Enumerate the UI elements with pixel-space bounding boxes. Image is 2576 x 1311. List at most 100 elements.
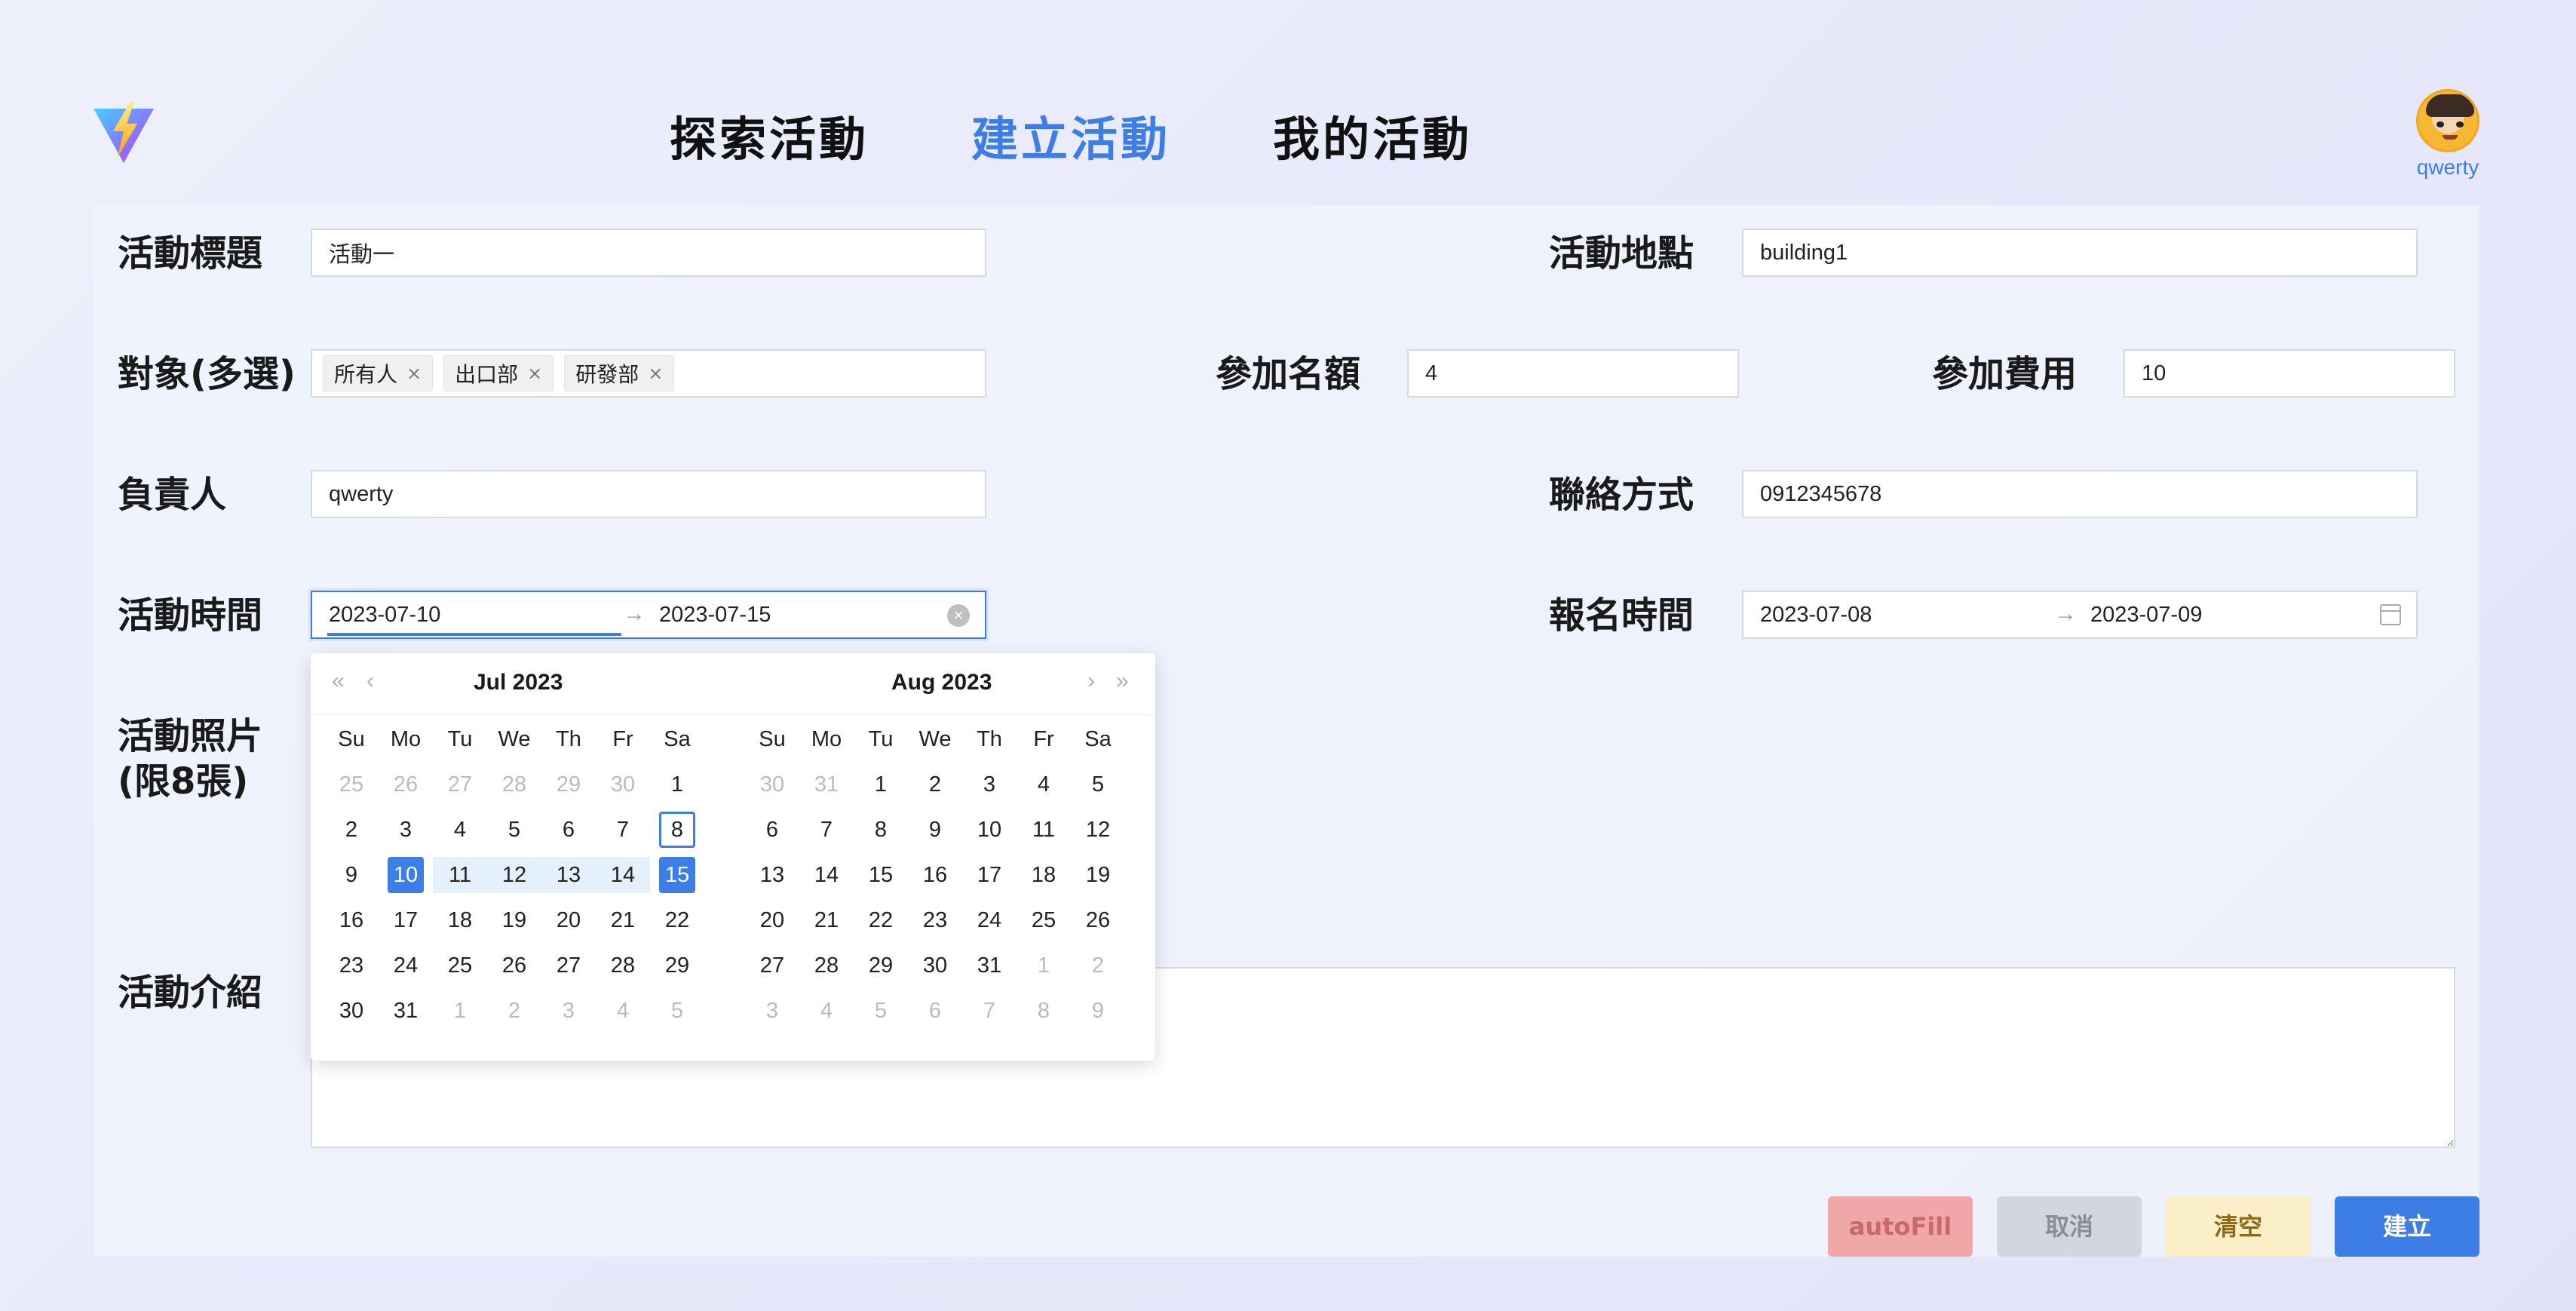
calendar-day[interactable]: 11	[433, 857, 487, 893]
contact-input[interactable]: 0912345678	[1742, 470, 2418, 518]
location-input[interactable]: building1	[1742, 229, 2418, 277]
calendar-day[interactable]: 26	[1080, 902, 1116, 938]
prev-month-icon[interactable]: ‹	[366, 668, 374, 694]
calendar-day[interactable]: 3	[550, 993, 587, 1029]
calendar-day[interactable]: 6	[917, 993, 953, 1029]
prev-year-icon[interactable]: «	[332, 668, 345, 694]
calendar-day[interactable]: 12	[487, 857, 541, 893]
clear-icon[interactable]: ×	[947, 604, 970, 627]
calendar-day[interactable]: 10	[388, 857, 424, 893]
calendar-day[interactable]: 22	[863, 902, 899, 938]
autofill-button[interactable]: autoFill	[1828, 1196, 1973, 1257]
signup-end-input[interactable]: 2023-07-09	[2090, 603, 2202, 628]
calendar-day[interactable]: 25	[442, 947, 478, 984]
calendar-day[interactable]: 9	[333, 857, 370, 893]
remove-tag-icon[interactable]: ×	[406, 363, 422, 384]
calendar-day[interactable]: 19	[496, 902, 532, 938]
calendar-day[interactable]: 3	[388, 812, 424, 848]
calendar-day[interactable]: 30	[754, 766, 790, 803]
calendar-day[interactable]: 25	[333, 766, 370, 803]
calendar-day[interactable]: 28	[496, 766, 532, 803]
calendar-day[interactable]: 26	[388, 766, 424, 803]
calendar-day[interactable]: 2	[917, 766, 953, 803]
next-month-icon[interactable]: ›	[1087, 668, 1095, 694]
nav-explore[interactable]: 探索活動	[670, 101, 869, 169]
calendar-day[interactable]: 15	[659, 857, 695, 893]
calendar-day[interactable]: 17	[388, 902, 424, 938]
calendar-day[interactable]: 1	[442, 993, 478, 1029]
calendar-day[interactable]: 17	[971, 857, 1007, 893]
calendar-day[interactable]: 3	[754, 993, 790, 1029]
calendar-day[interactable]: 28	[808, 947, 845, 984]
calendar-day[interactable]: 6	[550, 812, 587, 848]
calendar-day[interactable]: 2	[1080, 947, 1116, 984]
calendar-day[interactable]: 28	[605, 947, 641, 984]
calendar-day[interactable]: 13	[754, 857, 790, 893]
calendar-day[interactable]: 22	[659, 902, 695, 938]
left-month-title[interactable]: Jul 2023	[474, 670, 563, 695]
time-start-input[interactable]: 2023-07-10	[329, 603, 440, 628]
calendar-day[interactable]: 20	[754, 902, 790, 938]
calendar-day[interactable]: 27	[550, 947, 587, 984]
calendar-day[interactable]: 16	[333, 902, 370, 938]
calendar-day[interactable]: 27	[442, 766, 478, 803]
calendar-day[interactable]: 5	[1080, 766, 1116, 803]
calendar-day[interactable]: 21	[605, 902, 641, 938]
calendar-day[interactable]: 5	[863, 993, 899, 1029]
calendar-day[interactable]: 10	[971, 812, 1007, 848]
remove-tag-icon[interactable]: ×	[648, 363, 663, 384]
vite-logo-icon[interactable]	[92, 101, 155, 164]
calendar-day[interactable]: 18	[442, 902, 478, 938]
calendar-day[interactable]: 13	[541, 857, 596, 893]
calendar-day[interactable]: 7	[605, 812, 641, 848]
time-end-input[interactable]: 2023-07-15	[659, 603, 771, 628]
calendar-day[interactable]: 26	[496, 947, 532, 984]
calendar-day[interactable]: 4	[442, 812, 478, 848]
calendar-day[interactable]: 24	[388, 947, 424, 984]
calendar-day[interactable]: 16	[917, 857, 953, 893]
calendar-day[interactable]: 20	[550, 902, 587, 938]
right-month-title[interactable]: Aug 2023	[891, 670, 992, 695]
calendar-day[interactable]: 25	[1026, 902, 1062, 938]
calendar-icon[interactable]	[2380, 604, 2401, 625]
calendar-day[interactable]: 7	[971, 993, 1007, 1029]
calendar-day[interactable]: 5	[659, 993, 695, 1029]
calendar-day[interactable]: 4	[808, 993, 845, 1029]
calendar-day[interactable]: 8	[1026, 993, 1062, 1029]
calendar-day[interactable]: 29	[659, 947, 695, 984]
calendar-day[interactable]: 19	[1080, 857, 1116, 893]
cancel-button[interactable]: 取消	[1997, 1196, 2142, 1257]
remove-tag-icon[interactable]: ×	[527, 363, 542, 384]
calendar-day[interactable]: 24	[971, 902, 1007, 938]
title-input[interactable]: 活動一	[311, 229, 986, 277]
next-year-icon[interactable]: »	[1116, 668, 1129, 694]
calendar-day[interactable]: 31	[808, 766, 845, 803]
fee-input[interactable]: 10	[2124, 349, 2455, 398]
user-menu[interactable]: qwerty	[2410, 89, 2486, 180]
calendar-day[interactable]: 6	[754, 812, 790, 848]
calendar-day[interactable]: 9	[917, 812, 953, 848]
calendar-day[interactable]: 8	[863, 812, 899, 848]
calendar-day[interactable]: 1	[659, 766, 695, 803]
calendar-day[interactable]: 27	[754, 947, 790, 984]
calendar-day[interactable]: 30	[917, 947, 953, 984]
signup-start-input[interactable]: 2023-07-08	[1760, 603, 1872, 628]
calendar-day[interactable]: 30	[333, 993, 370, 1029]
clear-button[interactable]: 清空	[2166, 1196, 2311, 1257]
create-button[interactable]: 建立	[2335, 1196, 2479, 1257]
calendar-day[interactable]: 7	[808, 812, 845, 848]
calendar-day[interactable]: 4	[605, 993, 641, 1029]
activity-time-range-picker[interactable]: 2023-07-10 → 2023-07-15 ×	[311, 591, 986, 639]
calendar-day[interactable]: 1	[863, 766, 899, 803]
nav-create[interactable]: 建立活動	[971, 101, 1170, 169]
calendar-day[interactable]: 5	[496, 812, 532, 848]
calendar-day[interactable]: 29	[863, 947, 899, 984]
calendar-day[interactable]: 21	[808, 902, 845, 938]
calendar-day[interactable]: 14	[596, 857, 650, 893]
calendar-day[interactable]: 31	[971, 947, 1007, 984]
calendar-day[interactable]: 4	[1026, 766, 1062, 803]
calendar-day[interactable]: 14	[808, 857, 845, 893]
calendar-day[interactable]: 30	[605, 766, 641, 803]
calendar-day[interactable]: 2	[496, 993, 532, 1029]
nav-my-activities[interactable]: 我的活動	[1273, 101, 1472, 169]
